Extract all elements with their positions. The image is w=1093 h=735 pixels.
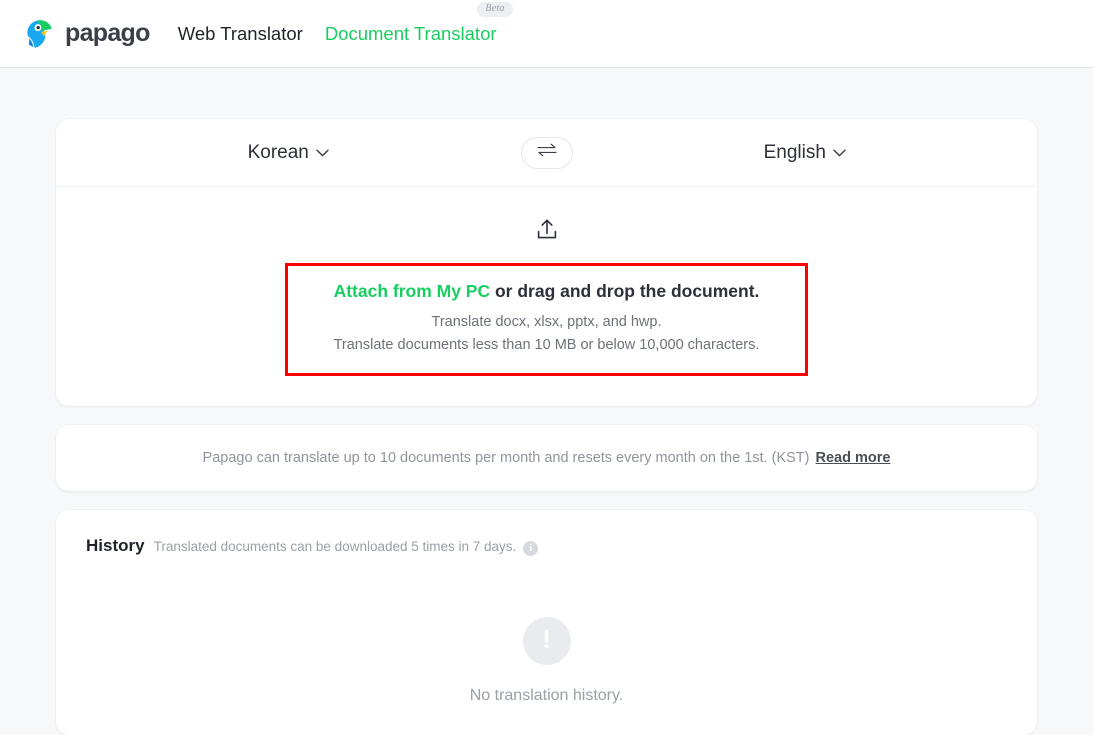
nav-item-document-translator[interactable]: Document Translator Beta (324, 1, 513, 49)
nav-label: Document Translator (324, 22, 497, 44)
history-description-text: Translated documents can be downloaded 5… (153, 539, 517, 554)
attach-from-my-pc-link[interactable]: Attach from My PC (334, 281, 491, 301)
target-language-label: English (763, 141, 826, 163)
exclamation-glyph: ! (542, 624, 551, 654)
papago-parrot-logo-icon (22, 17, 56, 51)
exclamation-circle-icon: ! (522, 617, 571, 665)
read-more-link[interactable]: Read more (815, 450, 890, 466)
swap-arrows-icon (536, 142, 558, 163)
document-dropzone[interactable]: Attach from My PC or drag and drop the d… (56, 187, 1037, 406)
dropzone-primary-rest: or drag and drop the document. (490, 280, 760, 301)
source-language-select[interactable]: Korean (248, 142, 329, 164)
content-wrap: Korean English Attach from My PC or drag… (56, 68, 1037, 735)
chevron-down-icon (316, 149, 329, 157)
nav-label: Web Translator (177, 22, 303, 44)
translator-card: Korean English Attach from My PC or drag… (56, 119, 1037, 406)
upload-icon (534, 217, 560, 248)
source-language-side: Korean (56, 142, 521, 164)
chevron-down-icon (833, 149, 846, 157)
target-language-select[interactable]: English (764, 142, 846, 164)
beta-badge: Beta (477, 1, 513, 17)
source-language-label: Korean (247, 141, 309, 163)
dropzone-primary-text: Attach from My PC or drag and drop the d… (312, 280, 781, 303)
app-header: papago Web Translator Document Translato… (0, 0, 1093, 68)
history-empty-text: No translation history. (469, 687, 624, 704)
swap-languages-button[interactable] (520, 136, 573, 169)
history-header: History Translated documents can be down… (86, 536, 1007, 556)
brand-wordmark: papago (65, 19, 150, 47)
page-body: Korean English Attach from My PC or drag… (0, 68, 1093, 735)
language-bar: Korean English (56, 119, 1037, 187)
quota-notice-text: Papago can translate up to 10 documents … (202, 450, 810, 466)
history-card: History Translated documents can be down… (56, 510, 1037, 735)
history-empty-state: ! No translation history. (86, 556, 1007, 705)
papago-logo-link[interactable]: papago (22, 17, 150, 51)
history-description: Translated documents can be downloaded 5… (153, 539, 539, 556)
dropzone-limits-text: Translate documents less than 10 MB or b… (333, 336, 760, 353)
history-title: History (86, 536, 145, 555)
dropzone-formats-text: Translate docx, xlsx, pptx, and hwp. (431, 314, 662, 331)
nav-item-web-translator[interactable]: Web Translator (178, 19, 303, 49)
main-nav: Web Translator Document Translator Beta (178, 1, 513, 49)
info-icon[interactable]: i (523, 541, 539, 556)
quota-notice-card: Papago can translate up to 10 documents … (56, 425, 1037, 491)
dropzone-highlight-box: Attach from My PC or drag and drop the d… (285, 262, 808, 377)
target-language-side: English (573, 142, 1038, 164)
